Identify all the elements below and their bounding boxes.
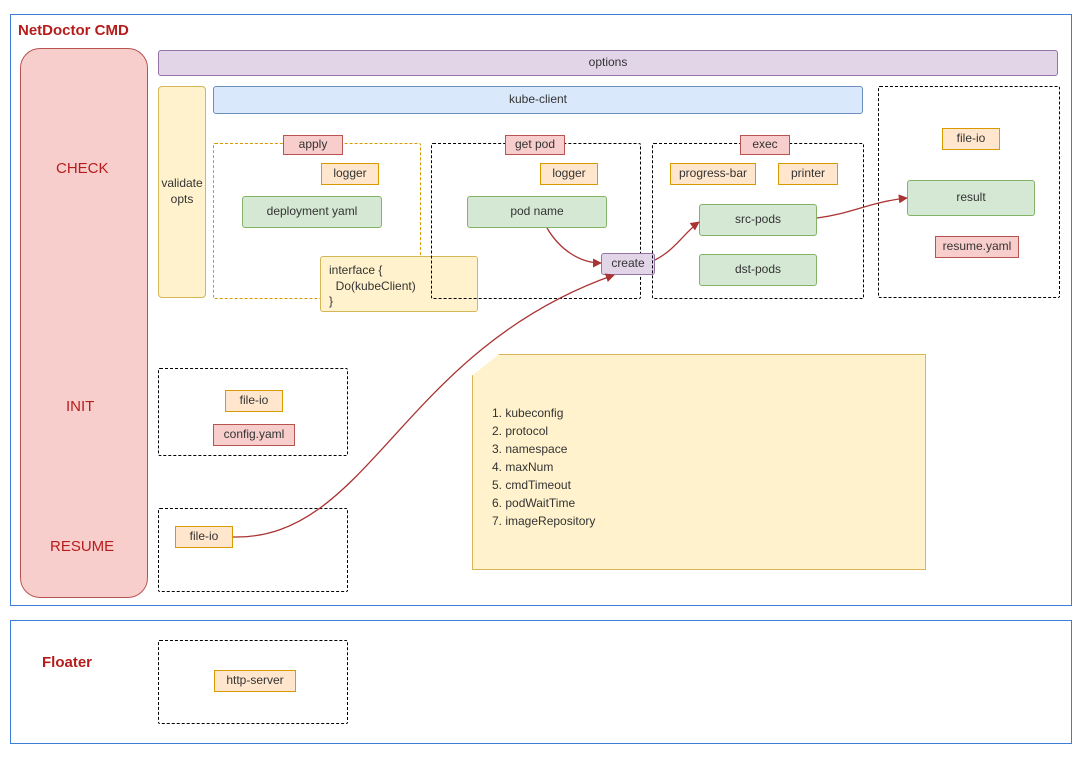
getpod-header: get pod xyxy=(505,135,565,155)
sidebar-label-init: INIT xyxy=(66,398,94,415)
options-note-list: 1. kubeconfig 2. protocol 3. namespace 4… xyxy=(492,404,595,530)
deployment-yaml: deployment yaml xyxy=(242,196,382,228)
options-bar: options xyxy=(158,50,1058,76)
exec-printer: printer xyxy=(778,163,838,185)
kube-client-bar: kube-client xyxy=(213,86,863,114)
right-fileio: file-io xyxy=(942,128,1000,150)
getpod-logger: logger xyxy=(540,163,598,185)
note-l4: 4. maxNum xyxy=(492,458,595,476)
command-sidebar xyxy=(20,48,148,598)
sidebar-label-resume: RESUME xyxy=(50,538,114,555)
note-l2: 2. protocol xyxy=(492,422,595,440)
resume-fileio: file-io xyxy=(175,526,233,548)
note-l7: 7. imageRepository xyxy=(492,512,595,530)
result-box: result xyxy=(907,180,1035,216)
config-yaml: config.yaml xyxy=(213,424,295,446)
note-l1: 1. kubeconfig xyxy=(492,404,595,422)
init-fileio: file-io xyxy=(225,390,283,412)
panel-title-netdoctor: NetDoctor CMD xyxy=(18,22,129,39)
apply-logger: logger xyxy=(321,163,379,185)
exec-header: exec xyxy=(740,135,790,155)
resume-group xyxy=(158,508,348,592)
apply-header: apply xyxy=(283,135,343,155)
pod-name: pod name xyxy=(467,196,607,228)
note-l6: 6. podWaitTime xyxy=(492,494,595,512)
create-box: create xyxy=(601,253,655,275)
exec-progress: progress-bar xyxy=(670,163,756,185)
note-l5: 5. cmdTimeout xyxy=(492,476,595,494)
note-l3: 3. namespace xyxy=(492,440,595,458)
dst-pods: dst-pods xyxy=(699,254,817,286)
sidebar-label-check: CHECK xyxy=(56,160,109,177)
validate-opts: validate opts xyxy=(158,86,206,298)
resume-yaml: resume.yaml xyxy=(935,236,1019,258)
http-server: http-server xyxy=(214,670,296,692)
src-pods: src-pods xyxy=(699,204,817,236)
panel-title-floater: Floater xyxy=(42,654,92,671)
